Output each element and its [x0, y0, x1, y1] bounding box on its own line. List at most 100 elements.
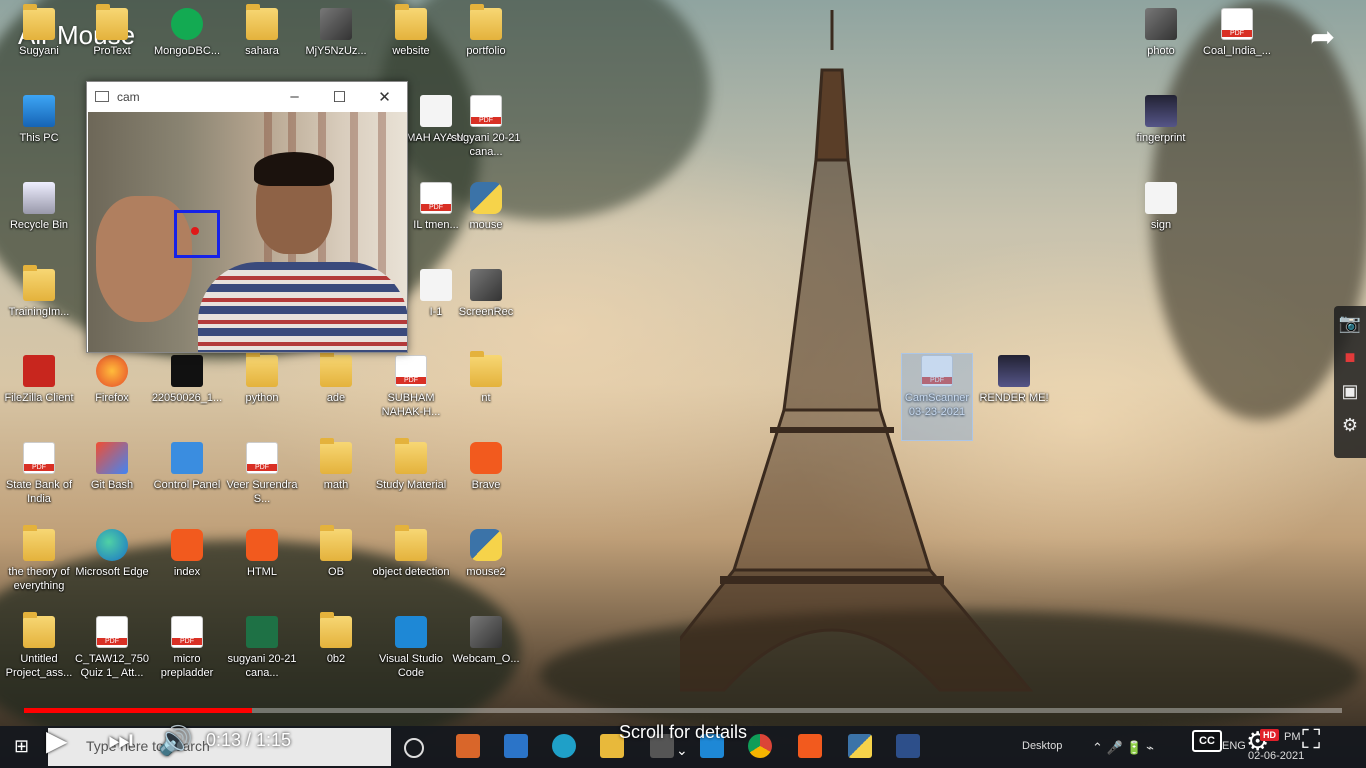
- desktop-icon-label: index: [173, 566, 201, 578]
- gallery-icon[interactable]: ▣: [1341, 378, 1358, 404]
- desktop-icon[interactable]: sugyani 20-21 cana...: [447, 95, 525, 159]
- desktop-icon[interactable]: index: [148, 529, 226, 579]
- desktop-icon[interactable]: Visual Studio Code: [372, 616, 450, 680]
- desktop-icon-label: Brave: [471, 479, 501, 491]
- desktop-icon-label: mouse2: [466, 566, 506, 578]
- minimize-icon[interactable]: –: [272, 88, 317, 106]
- desktop-icon[interactable]: mouse: [447, 182, 525, 232]
- desktop-icon[interactable]: micro prepladder: [148, 616, 226, 680]
- film-icon: [1145, 95, 1177, 127]
- desktop-icon-label: fingerprint: [1136, 132, 1186, 144]
- desktop-icon-label: sugyani 20-21 cana...: [227, 653, 297, 679]
- desktop-icon[interactable]: Firefox: [73, 355, 151, 405]
- folder-icon: [320, 351, 352, 387]
- desktop-icon[interactable]: the theory of everything: [0, 525, 78, 593]
- folder-icon: [320, 525, 352, 561]
- desktop-icon-label: the theory of everything: [8, 566, 70, 592]
- share-icon[interactable]: ➦: [1310, 20, 1335, 55]
- close-icon[interactable]: ✕: [362, 88, 407, 106]
- desktop-icon[interactable]: RENDER ME!: [975, 355, 1053, 405]
- progress-bar[interactable]: [24, 708, 1342, 713]
- desktop-icon[interactable]: sahara: [223, 4, 301, 58]
- desktop-icon-label: Control Panel: [153, 479, 221, 491]
- desktop-icon[interactable]: fingerprint: [1122, 95, 1200, 145]
- desktop-icon[interactable]: 22050026_1...: [148, 355, 226, 405]
- desktop-icon[interactable]: Brave: [447, 442, 525, 492]
- desktop-icon[interactable]: HTML: [223, 529, 301, 579]
- folder-icon: [395, 4, 427, 40]
- desktop-icon-label: micro prepladder: [160, 653, 214, 679]
- cam-titlebar[interactable]: cam – ☐ ✕: [87, 82, 407, 111]
- folder-icon: [395, 438, 427, 474]
- desktop-icon[interactable]: ProText: [73, 4, 151, 58]
- desktop-icon[interactable]: ade: [297, 351, 375, 405]
- desktop-icon[interactable]: portfolio: [447, 4, 525, 58]
- desktop-icon[interactable]: sign: [1122, 182, 1200, 232]
- desktop-icon[interactable]: ScreenRec: [447, 269, 525, 319]
- desktop-icon[interactable]: website: [372, 4, 450, 58]
- py-icon: [470, 182, 502, 214]
- desktop-icon[interactable]: SUBHAM NAHAK-H...: [372, 355, 450, 419]
- camera-icon[interactable]: 📷: [1339, 310, 1361, 336]
- desktop-icon[interactable]: Control Panel: [148, 442, 226, 492]
- maximize-icon[interactable]: ☐: [317, 88, 362, 106]
- scroll-for-details[interactable]: Scroll for details: [0, 722, 1366, 743]
- desktop-icon[interactable]: photo: [1122, 8, 1200, 58]
- folder-icon: [470, 351, 502, 387]
- desktop-icon-label: sugyani 20-21 cana...: [451, 132, 521, 158]
- folder-icon: [23, 525, 55, 561]
- desktop-icon[interactable]: Sugyani: [0, 4, 78, 58]
- desktop-icon[interactable]: FileZilla Client: [0, 355, 78, 419]
- person: [198, 262, 407, 352]
- desktop-icon[interactable]: Untitled Project_ass...: [0, 612, 78, 680]
- cam-window[interactable]: cam – ☐ ✕: [86, 81, 408, 353]
- pdf-icon: [171, 616, 203, 648]
- desktop-icon[interactable]: 0b2: [297, 612, 375, 666]
- desktop-icon[interactable]: mouse2: [447, 529, 525, 579]
- desktop-icon-label: Visual Studio Code: [378, 653, 443, 679]
- desktop-icon-label: nt: [481, 392, 491, 404]
- desktop-icon[interactable]: MjY5NzUz...: [297, 8, 375, 58]
- desktop-icon-label: ade: [326, 392, 346, 404]
- fingertip-tracking-box: [174, 210, 220, 258]
- desktop-icon-label: mouse: [469, 219, 503, 231]
- desktop-icon[interactable]: MongoDBC...: [148, 8, 226, 58]
- desktop-icon[interactable]: TrainingIm...: [0, 265, 78, 319]
- screen-recorder-toolbar: 📷 ■ ▣ ⚙: [1334, 306, 1366, 458]
- desktop-icon-label: Untitled Project_ass...: [5, 653, 73, 679]
- desktop-icon[interactable]: sugyani 20-21 cana...: [223, 616, 301, 680]
- desktop-icon[interactable]: Microsoft Edge: [73, 529, 151, 579]
- folder-icon: [23, 4, 55, 40]
- desktop-icon[interactable]: Coal_India_...: [1198, 8, 1276, 58]
- desktop-icon[interactable]: State Bank of India: [0, 442, 78, 506]
- pc-icon: [23, 95, 55, 127]
- exit-fullscreen-icon[interactable]: ⛶: [1302, 724, 1320, 756]
- desktop-icon[interactable]: Veer Surendra S...: [223, 442, 301, 506]
- edge-icon: [96, 529, 128, 561]
- folder-icon: [320, 438, 352, 474]
- desktop-icon[interactable]: Webcam_O...: [447, 616, 525, 666]
- desktop-icon[interactable]: Study Material: [372, 438, 450, 492]
- desktop-icon-label: Sugyani: [19, 45, 59, 57]
- desktop-icon[interactable]: object detection: [372, 525, 450, 593]
- desktop-icon[interactable]: Git Bash: [73, 442, 151, 492]
- desktop-icon-label: Microsoft Edge: [75, 566, 149, 578]
- pdf-icon: [1221, 8, 1253, 40]
- desktop-icon[interactable]: OB: [297, 525, 375, 579]
- desktop-icon[interactable]: This PC: [0, 95, 78, 145]
- desktop-icon[interactable]: C_TAW12_750 Quiz 1_ Att...: [73, 616, 151, 680]
- folder-icon: [23, 612, 55, 648]
- video-record-icon[interactable]: ■: [1345, 344, 1356, 370]
- desktop-icon[interactable]: nt: [447, 351, 525, 405]
- video-frame[interactable]: Air Mouse ➦ Sugyani ProText MongoDBC... sah…: [0, 0, 1366, 768]
- captions-button[interactable]: CC: [1192, 730, 1222, 752]
- settings-icon[interactable]: ⚙: [1342, 412, 1358, 438]
- desktop-icon[interactable]: Recycle Bin: [0, 182, 78, 232]
- desktop-icon-label: photo: [1147, 45, 1175, 57]
- folder-icon: [395, 525, 427, 561]
- desktop-icon[interactable]: python: [223, 351, 301, 405]
- cam-window-title: cam: [117, 89, 140, 104]
- chevron-down-icon[interactable]: ⌄: [676, 742, 688, 759]
- desktop-icon[interactable]: math: [297, 438, 375, 492]
- fz-icon: [23, 355, 55, 387]
